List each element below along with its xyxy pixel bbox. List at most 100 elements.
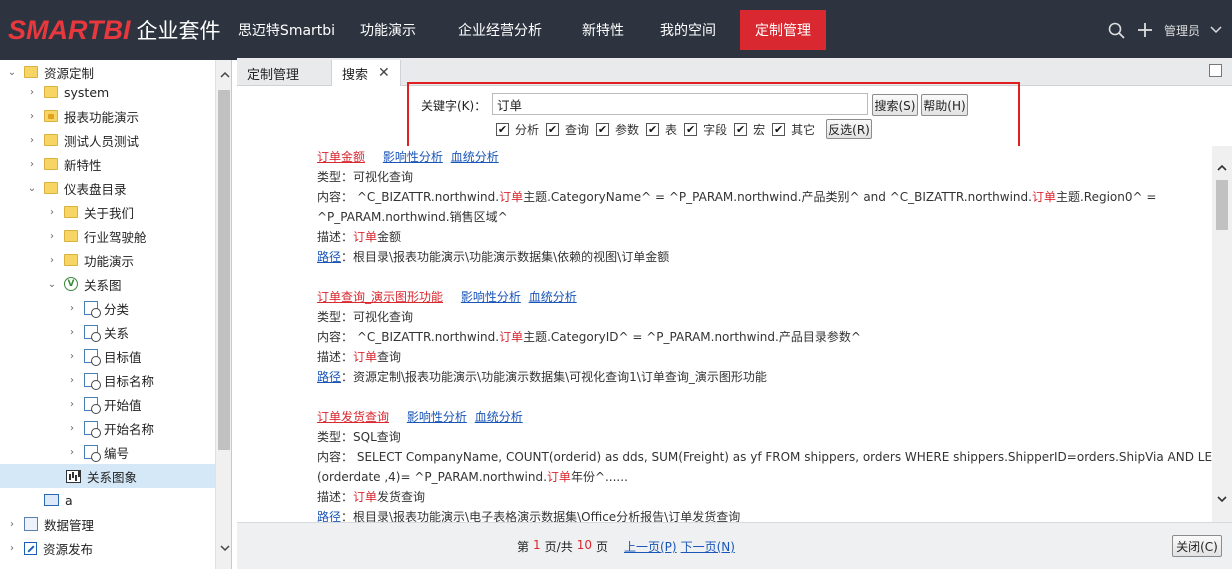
add-icon[interactable]	[1136, 21, 1154, 39]
search-icon[interactable]	[1108, 21, 1126, 39]
tree-item-start-name[interactable]: › 开始名称	[66, 416, 215, 440]
path-link[interactable]: 路径	[317, 250, 341, 264]
maximize-icon[interactable]	[1209, 64, 1222, 77]
scroll-up-icon[interactable]	[216, 66, 231, 83]
chevron-right-icon[interactable]: ›	[46, 230, 58, 242]
nav-item-business-analysis[interactable]: 企业经营分析	[437, 0, 563, 60]
nav-item-smartbi[interactable]: 思迈特Smartbi	[234, 0, 339, 60]
option-query[interactable]: ✔ 查询	[546, 121, 589, 138]
result-title-link[interactable]: 订单查询_演示图形功能	[317, 290, 443, 304]
result-title-link[interactable]: 订单金额	[317, 150, 365, 164]
user-menu[interactable]: 管理员	[1164, 22, 1200, 39]
results-scroll-thumb[interactable]	[1216, 180, 1228, 230]
chevron-right-icon[interactable]: ›	[66, 326, 78, 338]
tree-item-a[interactable]: a	[44, 488, 215, 512]
path-link[interactable]: 路径	[317, 510, 341, 522]
tree-item-relation-graph[interactable]: ⌄ V 关系图	[46, 272, 215, 296]
tree-item-tester[interactable]: › 测试人员测试	[26, 128, 231, 152]
tree-item-about-us[interactable]: › 关于我们	[46, 200, 215, 224]
chevron-down-icon[interactable]: ⌄	[6, 66, 18, 78]
tab-custom-management[interactable]: 定制管理	[237, 60, 309, 86]
keyword-input[interactable]	[492, 93, 868, 115]
nav-item-custom-management[interactable]: 定制管理	[740, 10, 826, 50]
results-scrollbar[interactable]	[1212, 146, 1232, 522]
nav-item-new-features[interactable]: 新特性	[563, 0, 643, 60]
chevron-right-icon[interactable]: ›	[46, 254, 58, 266]
tree-item-industry-cockpit[interactable]: › 行业驾驶舱	[46, 224, 215, 248]
next-page-link[interactable]: 下一页(N)	[681, 538, 735, 555]
checkbox-icon[interactable]: ✔	[772, 122, 786, 136]
impact-analysis-link[interactable]: 影响性分析	[383, 150, 443, 164]
tree-item-start-value[interactable]: › 开始值	[66, 392, 215, 416]
tree-item-feature-demo[interactable]: › 功能演示	[46, 248, 215, 272]
chevron-right-icon[interactable]: ›	[66, 374, 78, 386]
impact-analysis-link[interactable]: 影响性分析	[407, 410, 467, 424]
option-other[interactable]: ✔ 其它	[772, 121, 815, 138]
checkbox-icon[interactable]: ✔	[646, 122, 660, 136]
tree-scrollbar[interactable]	[215, 60, 231, 569]
tree-item-target-value[interactable]: › 目标值	[66, 344, 215, 368]
path-value: ：资源定制\报表功能演示\功能演示数据集\可视化查询1\订单查询_演示图形功能	[341, 370, 767, 384]
chevron-right-icon[interactable]: ›	[6, 518, 18, 530]
option-analysis[interactable]: ✔ 分析	[496, 121, 539, 138]
chevron-right-icon[interactable]: ›	[26, 134, 38, 146]
close-icon[interactable]: ✕	[378, 65, 390, 81]
chevron-down-icon[interactable]	[1210, 21, 1222, 39]
chevron-right-icon[interactable]: ›	[46, 206, 58, 218]
chevron-right-icon[interactable]: ›	[26, 86, 38, 98]
checkbox-icon[interactable]: ✔	[734, 122, 748, 136]
tree-item-number[interactable]: › 编号	[66, 440, 215, 464]
chevron-right-icon[interactable]: ›	[66, 422, 78, 434]
type-value: 可视化查询	[353, 310, 414, 324]
chevron-right-icon[interactable]: ›	[66, 398, 78, 410]
chevron-right-icon[interactable]: ›	[6, 542, 18, 554]
scroll-down-icon[interactable]	[1212, 490, 1232, 508]
option-table[interactable]: ✔ 表	[646, 121, 677, 138]
scroll-down-icon[interactable]	[216, 540, 231, 557]
lineage-analysis-link[interactable]: 血统分析	[451, 150, 499, 164]
tree-item-relation-image[interactable]: 关系图象	[0, 464, 215, 488]
checkbox-icon[interactable]: ✔	[546, 122, 560, 136]
search-button[interactable]: 搜索(S)	[872, 94, 918, 116]
chevron-right-icon[interactable]: ›	[66, 446, 78, 458]
lineage-analysis-link[interactable]: 血统分析	[529, 290, 577, 304]
chevron-right-icon[interactable]: ›	[66, 302, 78, 314]
nav-item-my-space[interactable]: 我的空间	[643, 0, 733, 60]
tree-item-relation[interactable]: › 关系	[66, 320, 215, 344]
checkbox-icon[interactable]: ✔	[496, 122, 509, 136]
result-title-link[interactable]: 订单发货查询	[317, 410, 389, 424]
chevron-right-icon[interactable]: ›	[66, 350, 78, 362]
invert-selection-button[interactable]: 反选(R)	[826, 119, 872, 139]
close-button[interactable]: 关闭(C)	[1172, 535, 1222, 557]
tree-item-target-name[interactable]: › 目标名称	[66, 368, 215, 392]
tree-item-resource-publish[interactable]: › 资源发布	[6, 536, 221, 560]
nav-item-feature-demo[interactable]: 功能演示	[339, 0, 437, 60]
tree-item-new-features[interactable]: › 新特性	[26, 152, 231, 176]
option-parameter[interactable]: ✔ 参数	[596, 121, 639, 138]
result-item: 订单查询_演示图形功能 影响性分析 血统分析 类型：可视化查询 内容： ^C_B…	[317, 287, 1197, 387]
tab-search[interactable]: 搜索 ✕	[331, 60, 401, 86]
tree-item-category[interactable]: › 分类	[66, 296, 215, 320]
option-macro[interactable]: ✔ 宏	[734, 121, 765, 138]
chevron-down-icon[interactable]: ⌄	[46, 278, 58, 290]
path-link[interactable]: 路径	[317, 370, 341, 384]
tree-item-system[interactable]: › system	[26, 80, 231, 104]
tree-item-dashboard-dir[interactable]: ⌄ 仪表盘目录	[26, 176, 231, 200]
tree-item-label: 开始名称	[104, 421, 155, 437]
chevron-right-icon[interactable]: ›	[26, 158, 38, 170]
tree-scroll-thumb[interactable]	[218, 90, 230, 450]
folder-icon	[64, 230, 78, 242]
prev-page-link[interactable]: 上一页(P)	[624, 538, 677, 555]
tree-item-report-demo[interactable]: › 报表功能演示	[26, 104, 231, 128]
folder-icon	[24, 66, 38, 78]
tree-item-data-management[interactable]: › 数据管理	[6, 512, 221, 536]
option-field[interactable]: ✔ 字段	[684, 121, 727, 138]
checkbox-icon[interactable]: ✔	[596, 122, 610, 136]
lineage-analysis-link[interactable]: 血统分析	[475, 410, 523, 424]
chevron-right-icon[interactable]: ›	[26, 110, 38, 122]
chevron-down-icon[interactable]: ⌄	[26, 182, 38, 194]
help-button[interactable]: 帮助(H)	[921, 94, 968, 116]
impact-analysis-link[interactable]: 影响性分析	[461, 290, 521, 304]
checkbox-icon[interactable]: ✔	[684, 122, 698, 136]
scroll-up-icon[interactable]	[1212, 158, 1232, 176]
